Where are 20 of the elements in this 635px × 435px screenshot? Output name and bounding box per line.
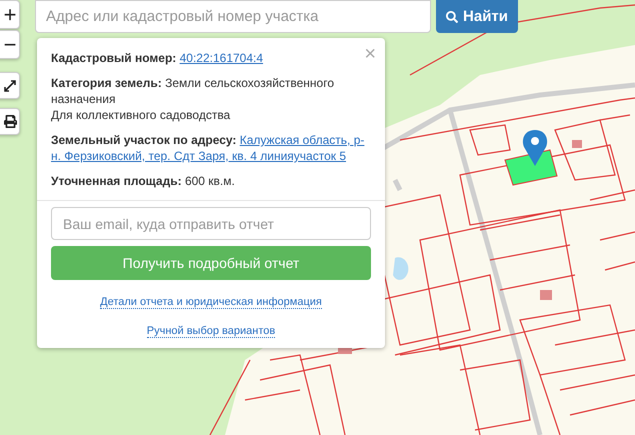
search-icon <box>446 10 458 22</box>
search-button[interactable]: Найти <box>436 0 518 33</box>
dotted-link[interactable]: Детали отчета и юридическая информация <box>100 296 322 309</box>
fullscreen-button[interactable] <box>0 72 20 99</box>
field-text: Уточненная площадь: 600 кв.м. <box>51 173 236 189</box>
print-button[interactable] <box>0 108 20 135</box>
field-label: Кадастровый номер: <box>51 51 176 65</box>
field-label: Земельный участок по адресу: <box>51 133 236 147</box>
field-text: Категория земель: Земли сельскохозяйственного назначения <box>51 75 336 107</box>
print-icon <box>4 115 16 128</box>
field-link[interactable]: Калужская область, р- <box>240 133 364 147</box>
zoom-in-button[interactable]: + <box>0 0 20 29</box>
email-field[interactable]: Ваш email, куда отправить отчет <box>51 207 371 240</box>
field-link[interactable]: н. Ферзиковский, тер. Сдт Заря, кв. 4 линияучасток 5 <box>51 149 346 163</box>
zoom-out-button[interactable]: − <box>0 30 20 59</box>
search-field[interactable]: Адрес или кадастровый номер участка <box>35 0 431 33</box>
dotted-link[interactable]: Ручной выбор вариантов <box>146 325 276 338</box>
expand-icon <box>4 80 16 92</box>
field-note: Для коллективного садоводства <box>51 107 232 123</box>
field-link[interactable]: 40:22:161704:4 <box>180 51 264 65</box>
